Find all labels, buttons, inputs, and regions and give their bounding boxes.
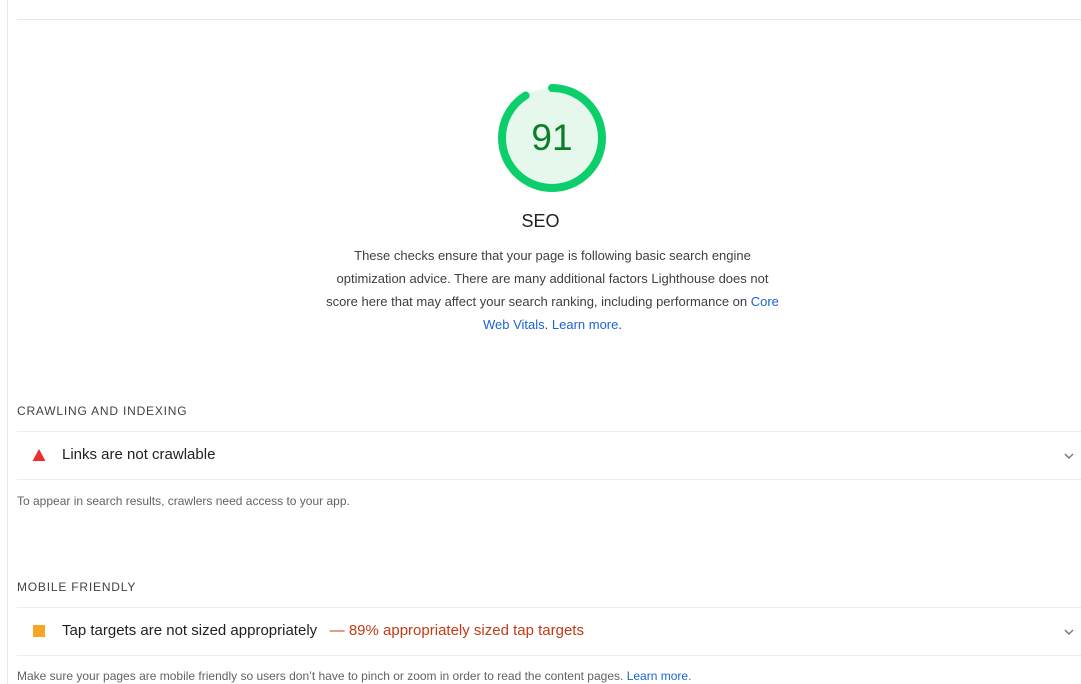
seo-score-gauge[interactable]: 91 [496, 82, 608, 194]
category-description: These checks ensure that your page is fo… [320, 244, 785, 336]
audit-display-value-text: — 89% appropriately sized tap targets [329, 622, 584, 639]
group-description-crawling-indexing: To appear in search results, crawlers ne… [17, 494, 350, 508]
audit-title-text: Links are not crawlable [62, 446, 216, 463]
fail-triangle-icon [32, 449, 46, 461]
left-divider [7, 0, 8, 684]
group-title-crawling-indexing: CRAWLING AND INDEXING [17, 404, 188, 418]
group-title-mobile-friendly: MOBILE FRIENDLY [17, 580, 137, 594]
top-divider [17, 19, 1081, 20]
lighthouse-seo-report: 91 SEO These checks ensure that your pag… [0, 0, 1081, 684]
audit-row-tap-targets[interactable]: Tap targets are not sized appropriately … [17, 607, 1081, 656]
average-square-icon [33, 625, 45, 637]
audit-title-text: Tap targets are not sized appropriately [62, 622, 318, 639]
description-separator: . [544, 317, 552, 332]
group-description-mobile-friendly: Make sure your pages are mobile friendly… [17, 669, 691, 683]
learn-more-link[interactable]: Learn more [552, 317, 618, 332]
average-square-shape [33, 625, 45, 637]
category-title: SEO [521, 211, 560, 231]
description-text: These checks ensure that your page is fo… [326, 248, 769, 309]
chevron-down-icon[interactable] [1063, 626, 1075, 638]
group-description-text: Make sure your pages are mobile friendly… [17, 669, 627, 683]
description-end: . [618, 317, 622, 332]
audit-title: Tap targets are not sized appropriately … [62, 622, 584, 639]
chevron-down-icon[interactable] [1063, 450, 1075, 462]
fail-triangle-shape [32, 449, 46, 461]
chevron-shape [1064, 453, 1074, 459]
audit-row-links-crawlable[interactable]: Links are not crawlable [17, 431, 1081, 480]
audit-title: Links are not crawlable [62, 446, 215, 463]
group-description-end: . [688, 669, 692, 683]
audit-display-value: — 89% appropriately sized tap targets [321, 622, 584, 639]
mobile-learn-more-link[interactable]: Learn more [627, 669, 688, 683]
chevron-shape [1064, 629, 1074, 635]
seo-score-value: 91 [531, 117, 573, 158]
